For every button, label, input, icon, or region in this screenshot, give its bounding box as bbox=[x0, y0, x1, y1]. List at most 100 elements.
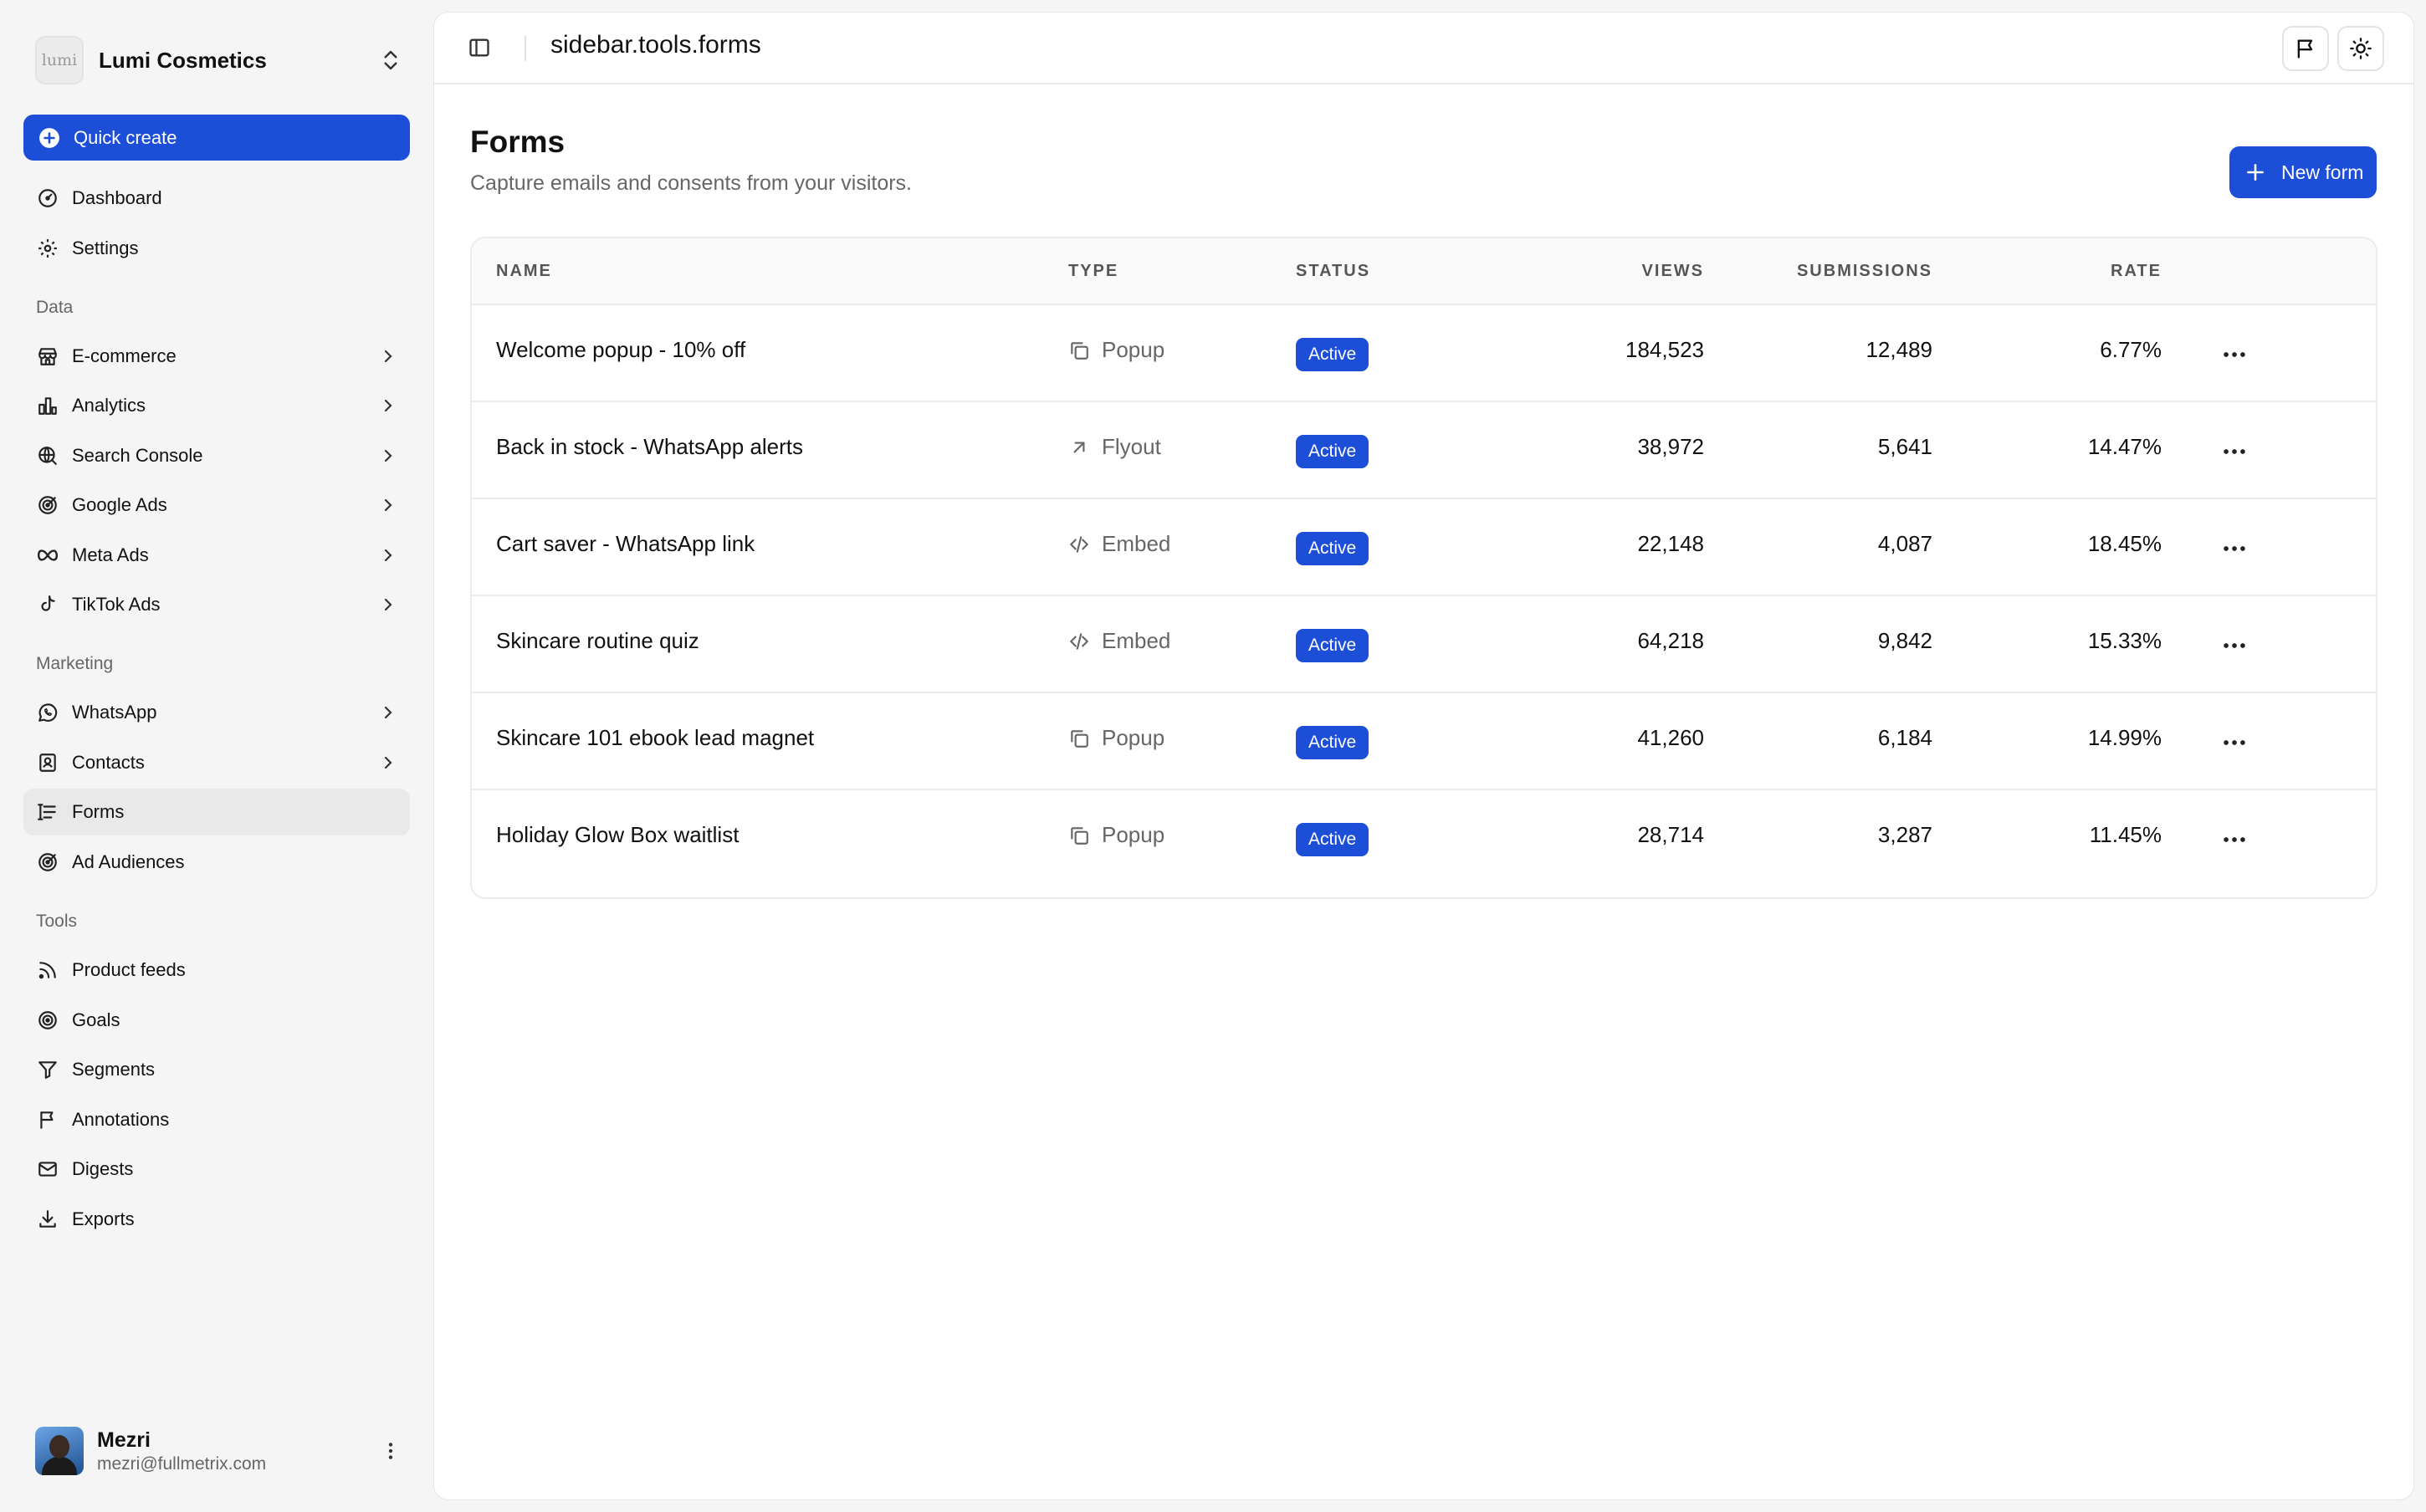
sidebar-item-label: Google Ads bbox=[72, 494, 167, 515]
more-vertical-icon[interactable] bbox=[380, 1440, 402, 1462]
brand-name: Lumi Cosmetics bbox=[99, 47, 267, 73]
sidebar-item-ecommerce[interactable]: E-commerce bbox=[23, 333, 410, 380]
forms-table: NAME TYPE STATUS VIEWS SUBMISSIONS RATE … bbox=[470, 237, 2377, 899]
column-header-name[interactable]: NAME bbox=[496, 262, 552, 281]
form-views: 28,714 bbox=[1637, 822, 1704, 847]
more-horizontal-icon[interactable] bbox=[2220, 437, 2249, 466]
filter-icon bbox=[38, 1061, 57, 1079]
status-badge: Active bbox=[1296, 532, 1369, 565]
sidebar-item-exports[interactable]: Exports bbox=[23, 1196, 410, 1243]
column-header-submissions[interactable]: SUBMISSIONS bbox=[1797, 262, 1932, 281]
form-type: Embed bbox=[1068, 628, 1170, 654]
more-horizontal-icon[interactable] bbox=[2220, 825, 2249, 854]
form-type: Popup bbox=[1068, 337, 1164, 363]
section-label-data: Data bbox=[36, 298, 74, 317]
form-name[interactable]: Cart saver - WhatsApp link bbox=[496, 531, 755, 557]
chevrons-up-down-icon bbox=[384, 50, 397, 70]
chevron-right-icon bbox=[384, 350, 392, 363]
chevron-right-icon bbox=[384, 399, 392, 412]
sidebar-item-google-ads[interactable]: Google Ads bbox=[23, 482, 410, 529]
chevron-right-icon bbox=[384, 549, 392, 562]
sidebar-item-label: Forms bbox=[72, 801, 125, 822]
quick-create-button[interactable]: Quick create bbox=[23, 115, 410, 161]
form-name[interactable]: Skincare 101 ebook lead magnet bbox=[496, 725, 814, 751]
column-header-status[interactable]: STATUS bbox=[1296, 262, 1370, 281]
more-horizontal-icon[interactable] bbox=[2220, 340, 2249, 369]
table-row[interactable]: Skincare 101 ebook lead magnet Popup Act… bbox=[472, 693, 2376, 790]
column-header-rate[interactable]: RATE bbox=[2111, 262, 2162, 281]
sidebar-item-goals[interactable]: Goals bbox=[23, 997, 410, 1044]
goal-icon bbox=[38, 1011, 57, 1029]
more-horizontal-icon[interactable] bbox=[2220, 631, 2249, 660]
table-row[interactable]: Welcome popup - 10% off Popup Active 184… bbox=[472, 305, 2376, 402]
sidebar-item-product-feeds[interactable]: Product feeds bbox=[23, 947, 410, 994]
new-form-button[interactable]: New form bbox=[2229, 146, 2377, 198]
whatsapp-icon bbox=[38, 703, 58, 722]
form-name[interactable]: Holiday Glow Box waitlist bbox=[496, 822, 739, 848]
sidebar-item-segments[interactable]: Segments bbox=[23, 1046, 410, 1093]
form-submissions: 12,489 bbox=[1866, 337, 1932, 362]
sidebar-item-contacts[interactable]: Contacts bbox=[23, 739, 410, 786]
workspace-switcher[interactable]: lumi Lumi Cosmetics bbox=[23, 12, 415, 109]
topbar: sidebar.tools.forms bbox=[434, 13, 2413, 84]
chevron-right-icon bbox=[384, 449, 392, 462]
status-badge: Active bbox=[1296, 435, 1369, 468]
target-icon bbox=[38, 496, 57, 514]
form-name[interactable]: Back in stock - WhatsApp alerts bbox=[496, 434, 803, 460]
sidebar-item-whatsapp[interactable]: WhatsApp bbox=[23, 689, 410, 736]
sidebar-item-label: Analytics bbox=[72, 395, 146, 416]
sidebar-item-label: E-commerce bbox=[72, 345, 177, 366]
theme-toggle-button[interactable] bbox=[2337, 26, 2384, 71]
table-row[interactable]: Skincare routine quiz Embed Active 64,21… bbox=[472, 596, 2376, 693]
section-label-marketing: Marketing bbox=[36, 654, 114, 673]
sidebar-item-digests[interactable]: Digests bbox=[23, 1146, 410, 1193]
popup-icon bbox=[1071, 826, 1088, 845]
sidebar-item-tiktok-ads[interactable]: TikTok Ads bbox=[23, 581, 410, 628]
table-row[interactable]: Holiday Glow Box waitlist Popup Active 2… bbox=[472, 790, 2376, 887]
sidebar-item-analytics[interactable]: Analytics bbox=[23, 382, 410, 429]
plus-icon bbox=[2247, 164, 2264, 181]
rss-icon bbox=[38, 962, 56, 979]
sidebar-item-label: Search Console bbox=[72, 445, 203, 466]
sidebar-item-label: Segments bbox=[72, 1059, 156, 1080]
form-type-label: Embed bbox=[1102, 628, 1171, 653]
sidebar-item-meta-ads[interactable]: Meta Ads bbox=[23, 532, 410, 579]
avatar bbox=[35, 1427, 84, 1475]
form-views: 184,523 bbox=[1625, 337, 1704, 362]
user-profile[interactable]: Mezri mezri@fullmetrix.com bbox=[23, 1413, 410, 1489]
quick-create-label: Quick create bbox=[74, 126, 177, 148]
form-icon bbox=[38, 804, 56, 820]
column-header-views[interactable]: VIEWS bbox=[1642, 262, 1704, 281]
status-badge: Active bbox=[1296, 629, 1369, 662]
form-views: 64,218 bbox=[1637, 628, 1704, 653]
sidebar-item-forms[interactable]: Forms bbox=[23, 789, 410, 835]
sidebar-item-ad-audiences[interactable]: Ad Audiences bbox=[23, 839, 410, 886]
sidebar-item-label: Goals bbox=[72, 1009, 120, 1030]
table-header: NAME TYPE STATUS VIEWS SUBMISSIONS RATE bbox=[472, 238, 2376, 305]
more-horizontal-icon[interactable] bbox=[2220, 534, 2249, 563]
search-globe-icon bbox=[38, 447, 57, 465]
sidebar-item-label: Dashboard bbox=[72, 187, 162, 208]
sidebar-item-dashboard[interactable]: Dashboard bbox=[23, 175, 410, 222]
form-type-label: Flyout bbox=[1102, 434, 1161, 459]
form-name[interactable]: Welcome popup - 10% off bbox=[496, 337, 745, 363]
column-header-type[interactable]: TYPE bbox=[1068, 262, 1118, 281]
feedback-button[interactable] bbox=[2282, 26, 2329, 71]
sidebar-item-search-console[interactable]: Search Console bbox=[23, 432, 410, 479]
form-rate: 11.45% bbox=[2089, 822, 2162, 847]
sidebar-toggle-icon[interactable] bbox=[468, 36, 491, 59]
infinity-icon bbox=[37, 549, 59, 561]
more-horizontal-icon[interactable] bbox=[2220, 728, 2249, 757]
form-submissions: 6,184 bbox=[1877, 725, 1932, 750]
main-panel: sidebar.tools.forms Forms Capture emails… bbox=[433, 12, 2414, 1500]
table-row[interactable]: Cart saver - WhatsApp link Embed Active … bbox=[472, 499, 2376, 596]
gear-icon bbox=[38, 239, 57, 258]
sidebar-item-label: TikTok Ads bbox=[72, 594, 161, 615]
form-submissions: 3,287 bbox=[1877, 822, 1932, 847]
form-name[interactable]: Skincare routine quiz bbox=[496, 628, 699, 654]
sidebar-item-settings[interactable]: Settings bbox=[23, 225, 410, 272]
table-row[interactable]: Back in stock - WhatsApp alerts Flyout A… bbox=[472, 402, 2376, 499]
sidebar-item-label: Contacts bbox=[72, 752, 145, 773]
sidebar-item-annotations[interactable]: Annotations bbox=[23, 1096, 410, 1143]
bar-chart-icon bbox=[38, 397, 57, 415]
